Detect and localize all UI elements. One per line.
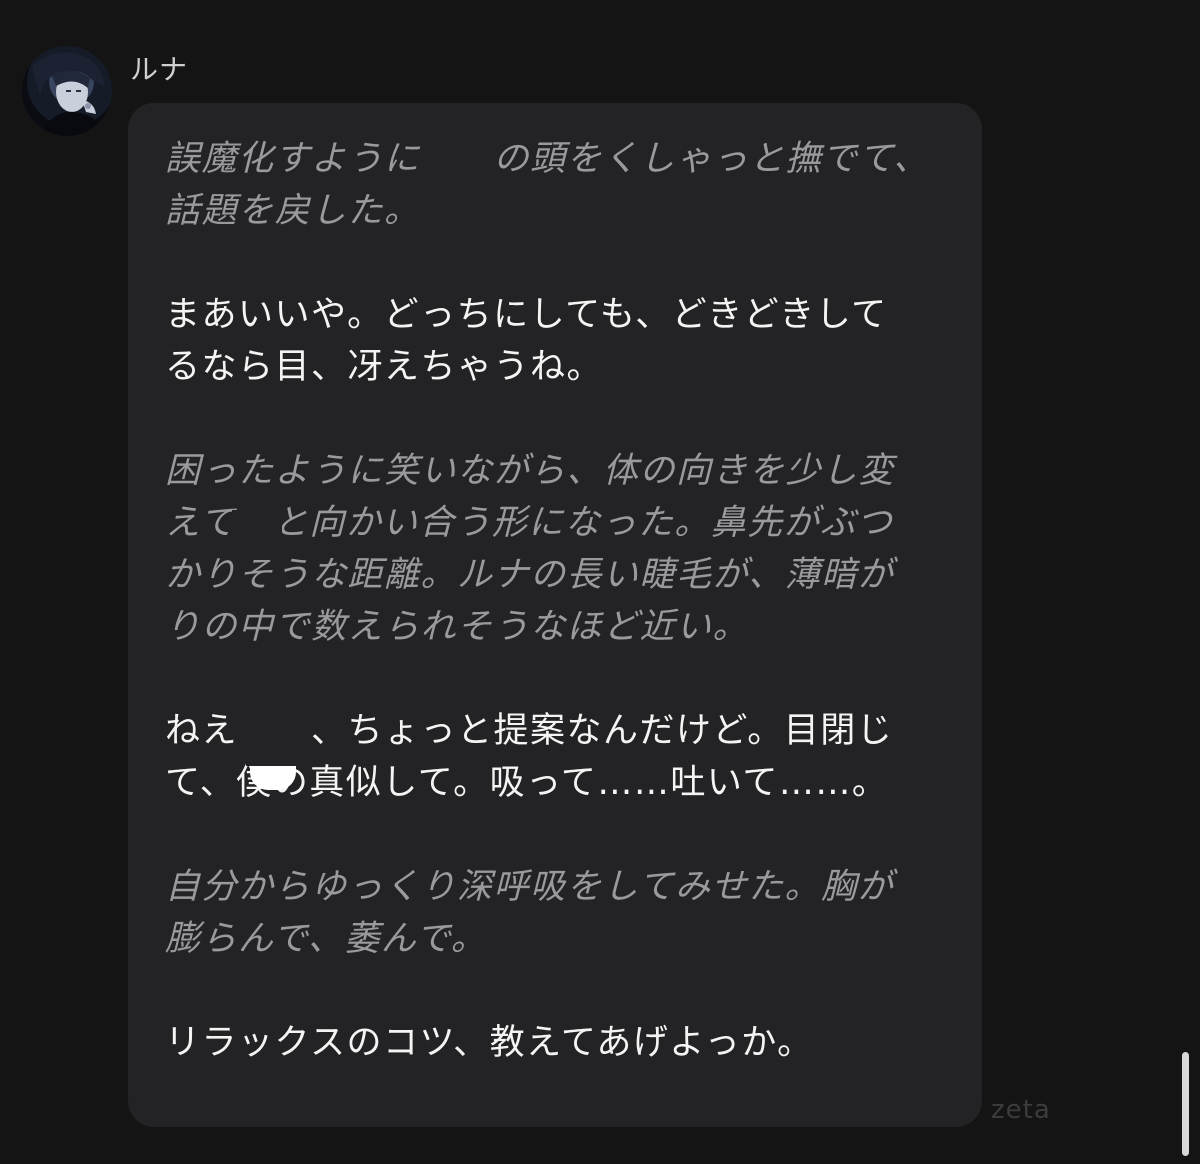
- message-paragraph-action: 誤魔化すように の頭をくしゃっと撫でて、 話題を戻した。: [165, 139, 930, 231]
- message-paragraph-speech: まあいいや。どっちにしても、どきどきして るなら目、冴えちゃうね。: [165, 295, 888, 387]
- chat-screen: ルナ 誤魔化すように の頭をくしゃっと撫でて、 話題を戻した。 まあいいや。どっ…: [0, 0, 1200, 1164]
- message-paragraph-action: 自分からゆっくり深呼吸をしてみせた。胸が 膨らんで、萎んで。: [165, 867, 894, 959]
- sender-name: ルナ: [130, 53, 189, 86]
- name-redaction: [232, 510, 282, 560]
- character-portrait-icon: [32, 52, 106, 136]
- scrollbar[interactable]: [1182, 1052, 1189, 1156]
- watermark: zeta: [991, 1095, 1051, 1125]
- avatar[interactable]: [22, 46, 112, 136]
- message-paragraph-speech: リラックスのコツ、教えてあげよっか。: [165, 1023, 814, 1063]
- name-redaction: [438, 132, 490, 182]
- message-bubble: 誤魔化すように の頭をくしゃっと撫でて、 話題を戻した。 まあいいや。どっちにし…: [128, 103, 982, 1127]
- name-redaction: [246, 732, 302, 766]
- message-paragraph-action: 困ったように笑いながら、体の向きを少し変 えて と向かい合う形になった。鼻先がぶ…: [165, 451, 896, 647]
